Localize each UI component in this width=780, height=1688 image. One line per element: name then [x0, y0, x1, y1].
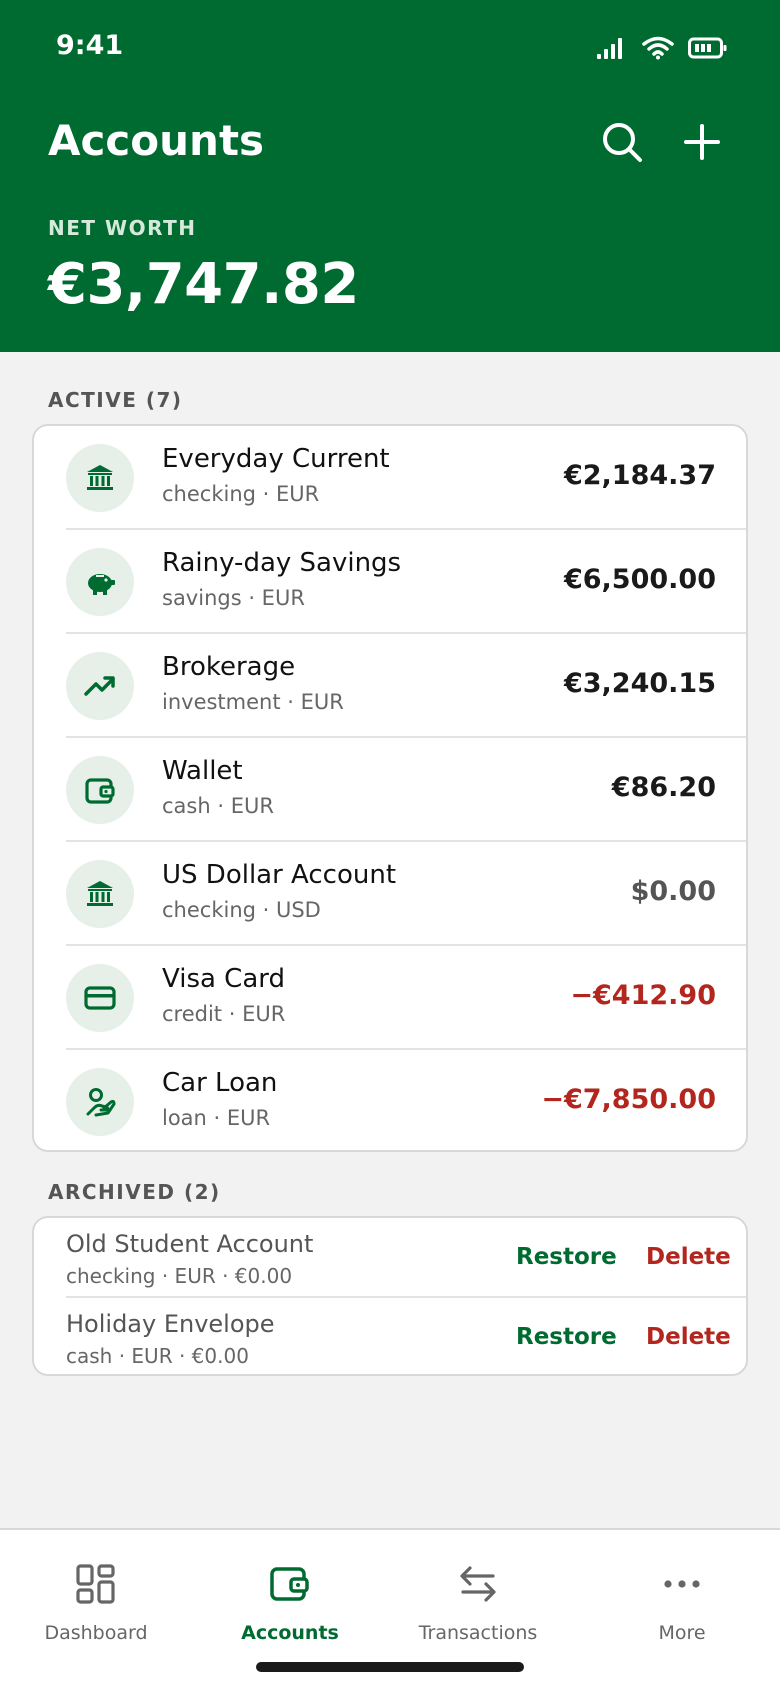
signal-icon [597, 38, 622, 59]
delete-button[interactable]: Delete [646, 1244, 731, 1270]
account-meta: checking · EUR [162, 482, 320, 506]
net-worth-label: NET WORTH [48, 216, 197, 240]
archived-account-row: Old Student Account checking · EUR · €0.… [34, 1218, 746, 1298]
account-balance: −€412.90 [570, 980, 716, 1011]
account-meta: savings · EUR [162, 586, 305, 610]
tab-label: More [658, 1622, 706, 1644]
tab-label: Accounts [241, 1622, 339, 1644]
archived-section-label: ARCHIVED (2) [48, 1180, 221, 1204]
archived-accounts-card: Old Student Account checking · EUR · €0.… [32, 1216, 748, 1376]
archived-account-row: Holiday Envelope cash · EUR · €0.00 Rest… [34, 1298, 746, 1374]
account-row[interactable]: Brokerage investment · EUR €3,240.15 [34, 634, 746, 738]
active-section-label: ACTIVE (7) [48, 388, 183, 412]
plus-icon [684, 124, 720, 160]
delete-button[interactable]: Delete [646, 1324, 731, 1350]
account-name: Rainy-day Savings [162, 548, 402, 578]
piggy-bank-icon [66, 548, 134, 616]
account-name: Visa Card [162, 964, 286, 994]
page-title: Accounts [48, 116, 265, 165]
archived-account-name: Old Student Account [66, 1230, 314, 1258]
account-row[interactable]: Visa Card credit · EUR −€412.90 [34, 946, 746, 1050]
archived-account-name: Holiday Envelope [66, 1310, 275, 1338]
restore-button[interactable]: Restore [516, 1324, 617, 1350]
battery-icon [688, 37, 727, 59]
account-name: Wallet [162, 756, 243, 786]
account-row[interactable]: Rainy-day Savings savings · EUR €6,500.0… [34, 530, 746, 634]
credit-card-icon [66, 964, 134, 1032]
app-header: 9:41 Accounts NET WORTH €3,747.82 [0, 0, 780, 352]
account-meta: credit · EUR [162, 1002, 286, 1026]
account-name: Car Loan [162, 1068, 278, 1098]
account-row[interactable]: Car Loan loan · EUR −€7,850.00 [34, 1050, 746, 1150]
account-meta: investment · EUR [162, 690, 344, 714]
search-icon [603, 123, 642, 162]
bottom-tab-bar: Dashboard Accounts Transactions More [0, 1528, 780, 1688]
wifi-icon [642, 36, 674, 60]
wallet-icon [200, 1560, 380, 1608]
account-row[interactable]: Everyday Current checking · EUR €2,184.3… [34, 426, 746, 530]
restore-button[interactable]: Restore [516, 1244, 617, 1270]
account-balance: €86.20 [611, 772, 716, 803]
wallet-icon [66, 756, 134, 824]
status-icons [596, 36, 728, 60]
home-indicator [256, 1662, 524, 1672]
add-account-button[interactable] [676, 116, 728, 168]
active-accounts-card: Everyday Current checking · EUR €2,184.3… [32, 424, 748, 1152]
account-meta: cash · EUR [162, 794, 274, 818]
hand-coin-icon [66, 1068, 134, 1136]
status-time: 9:41 [56, 30, 124, 61]
tab-accounts[interactable]: Accounts [200, 1560, 380, 1644]
account-meta: checking · USD [162, 898, 321, 922]
account-row[interactable]: Wallet cash · EUR €86.20 [34, 738, 746, 842]
net-worth-value: €3,747.82 [48, 252, 359, 317]
account-balance: −€7,850.00 [541, 1084, 716, 1115]
tab-label: Transactions [418, 1622, 538, 1644]
tab-label: Dashboard [44, 1622, 148, 1644]
account-balance: €6,500.00 [563, 564, 716, 595]
account-meta: loan · EUR [162, 1106, 271, 1130]
archived-account-meta: cash · EUR · €0.00 [66, 1344, 249, 1368]
trending-up-icon [66, 652, 134, 720]
tab-more[interactable]: More [592, 1560, 772, 1644]
account-balance: €2,184.37 [563, 460, 716, 491]
tab-dashboard[interactable]: Dashboard [6, 1560, 186, 1644]
dashboard-icon [6, 1560, 186, 1608]
account-name: Everyday Current [162, 444, 390, 474]
bank-icon [66, 444, 134, 512]
more-dots-icon [592, 1560, 772, 1608]
bank-icon [66, 860, 134, 928]
tab-transactions[interactable]: Transactions [388, 1560, 568, 1644]
account-name: Brokerage [162, 652, 296, 682]
account-balance: $0.00 [630, 876, 716, 907]
account-name: US Dollar Account [162, 860, 397, 890]
account-row[interactable]: US Dollar Account checking · USD $0.00 [34, 842, 746, 946]
transfer-arrows-icon [388, 1560, 568, 1608]
account-balance: €3,240.15 [563, 668, 716, 699]
search-button[interactable] [596, 116, 648, 168]
archived-account-meta: checking · EUR · €0.00 [66, 1264, 293, 1288]
